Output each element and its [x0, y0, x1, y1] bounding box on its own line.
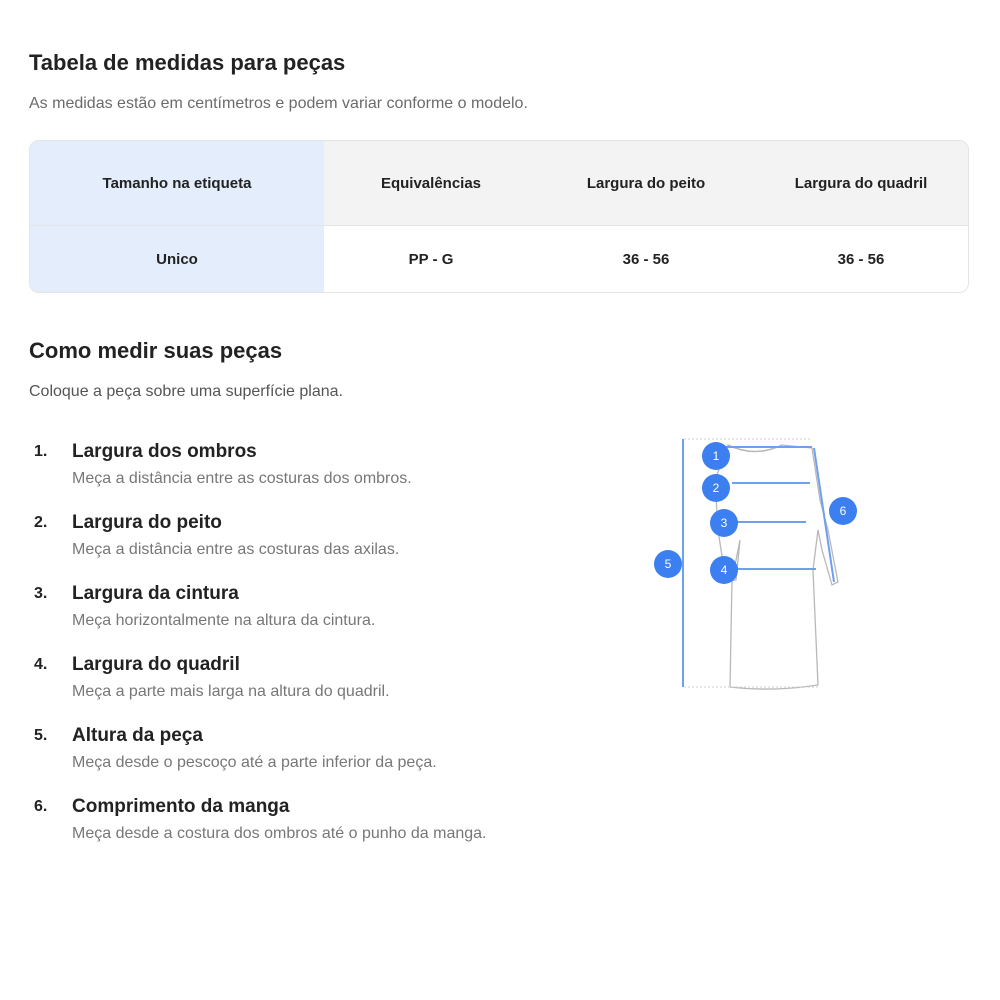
- dress-outline-icon: 1 2 3 4 5 6: [654, 438, 857, 690]
- list-item: 2. Largura do peito Meça a distância ent…: [29, 511, 519, 563]
- marker-2: 2: [702, 474, 730, 502]
- column-header: Equivalências: [324, 141, 538, 226]
- step-number: 5.: [34, 727, 48, 744]
- list-item: 6. Comprimento da manga Meça desde a cos…: [29, 795, 519, 847]
- step-title: Largura do peito: [72, 512, 222, 533]
- svg-text:6: 6: [840, 504, 847, 518]
- section-subtitle: Coloque a peça sobre uma superfície plan…: [29, 383, 343, 400]
- column-header: Tamanho na etiqueta: [30, 141, 324, 226]
- list-item: 4. Largura do quadril Meça a parte mais …: [29, 653, 519, 705]
- table-row: Unico PP - G 36 - 56 36 - 56: [30, 226, 968, 292]
- section-title: Como medir suas peças: [29, 338, 283, 363]
- step-title: Largura do quadril: [72, 654, 240, 675]
- step-number: 4.: [34, 656, 48, 673]
- table-cell: 36 - 56: [622, 250, 670, 268]
- svg-text:2: 2: [713, 481, 720, 495]
- svg-text:4: 4: [721, 563, 728, 577]
- marker-5: 5: [654, 550, 682, 578]
- step-description: Meça a parte mais larga na altura do qua…: [72, 683, 390, 700]
- list-item: 1. Largura dos ombros Meça a distância e…: [29, 440, 519, 492]
- measurement-steps: 1. Largura dos ombros Meça a distância e…: [29, 440, 519, 866]
- step-description: Meça a distância entre as costuras dos o…: [72, 470, 412, 487]
- step-title: Altura da peça: [72, 725, 203, 746]
- size-table: Tamanho na etiqueta Equivalências Largur…: [29, 140, 969, 293]
- marker-1: 1: [702, 442, 730, 470]
- svg-text:3: 3: [721, 516, 728, 530]
- step-description: Meça desde a costura dos ombros até o pu…: [72, 825, 487, 842]
- marker-3: 3: [710, 509, 738, 537]
- step-title: Comprimento da manga: [72, 796, 290, 817]
- page-title: Tabela de medidas para peças: [29, 50, 346, 75]
- step-number: 1.: [34, 443, 48, 460]
- marker-4: 4: [710, 556, 738, 584]
- step-title: Largura da cintura: [72, 583, 239, 604]
- step-number: 2.: [34, 514, 48, 531]
- list-item: 3. Largura da cintura Meça horizontalmen…: [29, 582, 519, 634]
- measurement-diagram: 1 2 3 4 5 6: [640, 430, 870, 700]
- table-cell: PP - G: [408, 250, 454, 268]
- marker-6: 6: [829, 497, 857, 525]
- step-number: 3.: [34, 585, 48, 602]
- list-item: 5. Altura da peça Meça desde o pescoço a…: [29, 724, 519, 776]
- step-description: Meça desde o pescoço até a parte inferio…: [72, 754, 437, 771]
- column-header: Largura do quadril: [754, 141, 968, 226]
- step-title: Largura dos ombros: [72, 441, 257, 462]
- svg-text:5: 5: [665, 557, 672, 571]
- table-cell: 36 - 56: [837, 250, 885, 268]
- svg-text:1: 1: [713, 449, 720, 463]
- step-description: Meça horizontalmente na altura da cintur…: [72, 612, 376, 629]
- page-subtitle: As medidas estão em centímetros e podem …: [29, 95, 528, 112]
- table-cell: Unico: [30, 226, 324, 292]
- table-header-row: Tamanho na etiqueta Equivalências Largur…: [30, 141, 968, 226]
- step-description: Meça a distância entre as costuras das a…: [72, 541, 400, 558]
- column-header: Largura do peito: [538, 141, 754, 226]
- step-number: 6.: [34, 798, 48, 815]
